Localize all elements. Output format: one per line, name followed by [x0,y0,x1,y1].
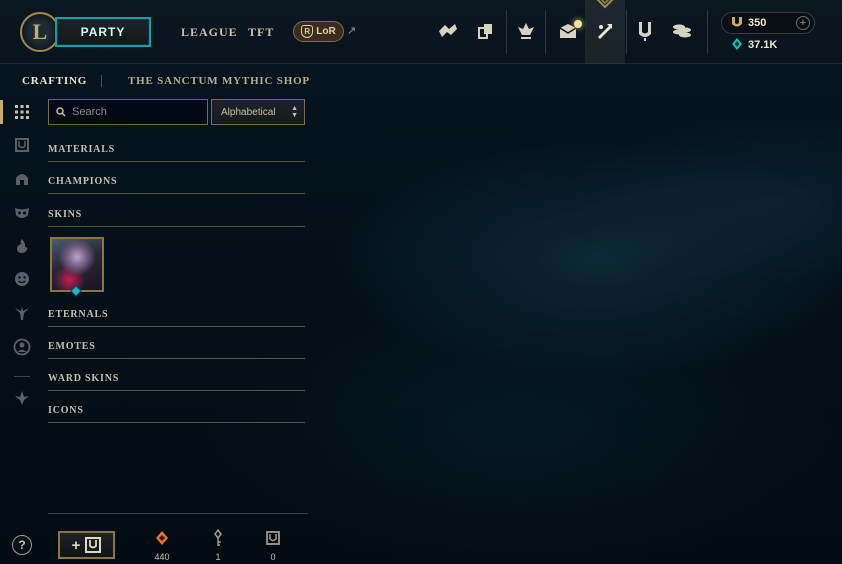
background [0,0,842,564]
add-chest-button[interactable]: + [58,531,115,559]
champion-helmet-icon[interactable] [12,169,32,189]
profile-icon[interactable] [12,337,32,357]
blue-essence-icon [732,38,742,50]
search-box[interactable] [48,99,208,125]
active-chevron-icon [596,0,614,9]
separator [545,10,546,54]
fire-icon[interactable] [12,236,32,256]
category-icons[interactable]: ICONS [48,405,305,423]
divider [48,513,308,514]
category-champions[interactable]: CHAMPIONS [48,176,305,194]
help-button[interactable]: ? [12,535,32,555]
orange-essence-value: 440 [154,552,170,562]
tft-icon[interactable] [513,18,539,44]
keys-counter: 1 [203,528,233,562]
separator [101,75,102,87]
category-ward-skins[interactable]: WARD SKINS [48,373,305,391]
collection-icon[interactable] [473,18,499,44]
wallet-icon[interactable] [632,18,658,44]
nav-league[interactable]: LEAGUE [181,25,238,40]
notification-dot [574,20,582,28]
key-icon [214,529,222,546]
external-link-icon: ↗ [347,25,357,37]
chests-value: 0 [270,552,276,562]
separator [14,376,30,377]
lor-launch-button[interactable]: R LoR [293,21,344,42]
category-emotes[interactable]: EMOTES [48,341,305,359]
party-button[interactable]: PARTY [55,17,151,47]
dropdown-arrows-icon: ▲ ▼ [291,105,298,119]
league-logo-icon[interactable]: L [20,12,60,52]
loot-icon[interactable] [592,18,618,44]
category-skins[interactable]: SKINS [48,209,305,227]
search-icon [56,107,66,117]
add-label: + [71,536,81,554]
tab-crafting[interactable]: CRAFTING [22,75,87,87]
challenges-icon[interactable] [435,18,461,44]
sort-dropdown[interactable]: Alphabetical ▲ ▼ [211,99,305,125]
lor-emblem-icon: R [301,25,314,38]
riot-points-icon [732,17,742,27]
tft-crest-icon[interactable] [12,388,32,408]
tab-the-sanctum[interactable]: THE SANCTUM [128,75,218,87]
sidebar-active-indicator [0,100,3,124]
orange-essence-icon [156,531,168,545]
separator [626,10,627,54]
emote-icon[interactable] [12,269,32,289]
grid-icon[interactable] [12,102,32,122]
orange-essence-counter: 440 [147,528,177,562]
separator [707,10,708,54]
keys-value: 1 [215,552,221,562]
blue-essence-value: 37.1K [748,39,778,51]
buy-rp-button[interactable]: + [796,16,810,30]
ward-icon[interactable] [12,303,32,323]
chests-counter: 0 [258,528,288,562]
chest-icon [266,531,280,545]
skin-mask-icon[interactable] [12,203,32,223]
chest-icon[interactable] [12,135,32,155]
nav-tft[interactable]: TFT [248,25,274,40]
top-nav-bar: L PARTY LEAGUE TFT R LoR ↗ 350 + 37.1K [0,0,842,64]
category-eternals[interactable]: ETERNALS [48,309,305,327]
tab-mythic-shop[interactable]: MYTHIC SHOP [222,75,310,87]
sort-value: Alphabetical [221,106,276,118]
separator [506,10,507,54]
chest-icon [85,537,102,553]
category-materials[interactable]: MATERIALS [48,144,305,162]
search-input[interactable] [72,106,192,118]
riot-points-value: 350 [748,17,767,29]
coins-icon[interactable] [669,18,695,44]
skin-shard-item[interactable] [50,237,104,292]
lor-label: LoR [316,26,336,37]
